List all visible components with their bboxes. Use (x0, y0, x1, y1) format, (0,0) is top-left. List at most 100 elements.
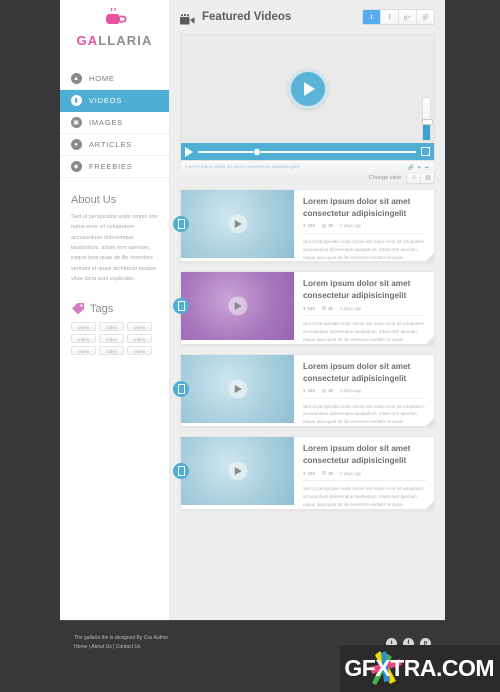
like-count: ♥ 150 (303, 305, 315, 311)
sidebar: GALLARIA ▲ HOME ▮ VIDEOS ▣ IMAGES ● ARTI… (60, 0, 170, 620)
video-title[interactable]: Lorem ipsum dolor sit amet consectetur a… (303, 196, 426, 220)
video-thumbnail[interactable] (173, 190, 294, 258)
thumb-play-icon (234, 467, 242, 476)
brand-name: GALLARIA (60, 33, 169, 48)
tag-item[interactable]: Video (71, 322, 96, 332)
list-item[interactable]: Lorem ipsum dolor sit amet consectetur a… (173, 271, 435, 345)
video-camera-icon (180, 12, 195, 24)
corner-fold-icon (426, 418, 434, 427)
fullscreen-icon[interactable] (421, 147, 430, 156)
like-count: ♥ 150 (303, 470, 315, 476)
volume-knob[interactable] (422, 119, 433, 125)
tag-item[interactable]: Video (99, 322, 124, 332)
about-us-heading: About Us (71, 194, 117, 206)
heart-icon[interactable]: ♥ (418, 165, 421, 171)
sidebar-item-articles[interactable]: ● ARTICLES (60, 134, 169, 156)
comment-count: ▤ 30 (321, 387, 333, 394)
sidebar-item-images[interactable]: ▣ IMAGES (60, 112, 169, 134)
video-type-badge (173, 298, 189, 315)
volume-slider[interactable] (422, 97, 433, 141)
home-icon: ▲ (71, 73, 82, 84)
progress-handle[interactable] (252, 147, 261, 156)
tags-label: Tags (90, 302, 114, 315)
video-title[interactable]: Lorem ipsum dolor sit amet consectetur a… (303, 443, 426, 467)
about-us-section: About Us Sed ut perspiciatis unde omnis … (60, 194, 169, 356)
website-frame: GALLARIA ▲ HOME ▮ VIDEOS ▣ IMAGES ● ARTI… (60, 0, 445, 620)
video-title[interactable]: Lorem ipsum dolor sit amet consectetur a… (303, 278, 426, 302)
tag-item[interactable]: Video (71, 334, 96, 344)
video-title[interactable]: Lorem ipsum dolor sit amet consectetur a… (303, 361, 426, 385)
tag-item[interactable]: Video (99, 346, 124, 356)
tag-icon (71, 302, 85, 315)
facebook-button[interactable]: f (381, 10, 399, 24)
brand-pink: GA (76, 33, 99, 48)
video-caption-bar: Lorem ipsum dolor sit amet consectetur a… (181, 160, 434, 174)
link-icon[interactable]: 🔗 (408, 165, 414, 171)
sidebar-item-label: FREEBIES (89, 162, 133, 171)
video-screen[interactable] (181, 35, 434, 143)
video-player[interactable]: Lorem ipsum dolor sit amet consectetur a… (180, 34, 435, 174)
video-meta: ♥ 150 ▤ 30 3 days ago (303, 385, 426, 399)
sidebar-item-label: HOME (89, 74, 115, 83)
thumb-play-icon (234, 302, 242, 311)
tag-item[interactable]: Video (99, 334, 124, 344)
video-time: 3 days ago (339, 470, 362, 476)
sidebar-item-videos[interactable]: ▮ VIDEOS (60, 90, 169, 112)
image-icon: ▣ (71, 117, 82, 128)
twitter-icon: t (370, 13, 373, 21)
video-type-badge (173, 463, 189, 480)
social-buttons: t f g+ @ (362, 9, 435, 25)
volume-fill (423, 123, 430, 140)
sidebar-item-label: IMAGES (89, 118, 123, 127)
content-header: Featured Videos t f g+ @ (170, 0, 445, 34)
twitter-button[interactable]: t (363, 10, 381, 24)
sidebar-item-home[interactable]: ▲ HOME (60, 68, 169, 90)
gift-icon: ◆ (71, 161, 82, 172)
main-nav: ▲ HOME ▮ VIDEOS ▣ IMAGES ● ARTICLES ◆ FR… (60, 68, 169, 178)
caption-actions: 🔗 ♥ ➦ (408, 165, 429, 171)
video-icon: ▮ (71, 95, 82, 106)
tag-item[interactable]: Video (71, 346, 96, 356)
play-icon[interactable] (185, 146, 193, 157)
video-meta: ♥ 150 ▤ 30 3 days ago (303, 220, 426, 234)
tag-item[interactable]: Video (127, 334, 152, 344)
googleplus-button[interactable]: g+ (399, 10, 417, 24)
video-description: Sed ut perspiciatis unde omnis iste natu… (303, 486, 425, 507)
progress-slider[interactable] (198, 147, 416, 156)
corner-fold-icon (426, 335, 434, 344)
main-content: Featured Videos t f g+ @ Lorem ipsum dol… (170, 0, 445, 620)
list-item[interactable]: Lorem ipsum dolor sit amet consectetur a… (173, 189, 435, 263)
play-button[interactable] (287, 69, 328, 109)
video-thumbnail[interactable] (173, 437, 294, 506)
video-type-badge (173, 380, 189, 397)
tags-heading: Tags (71, 302, 158, 315)
like-count: ♥ 150 (303, 388, 315, 394)
video-thumbnail[interactable] (173, 272, 294, 341)
page-title: Featured Videos (202, 11, 292, 23)
tag-item[interactable]: Video (127, 322, 152, 332)
thumb-play-icon (234, 220, 242, 228)
video-description: Sed ut perspiciatis unde omnis iste natu… (303, 403, 425, 425)
list-item[interactable]: Lorem ipsum dolor sit amet consectetur a… (173, 436, 435, 510)
comment-count: ▤ 30 (321, 305, 333, 311)
tag-item[interactable]: Video (127, 346, 152, 356)
list-item[interactable]: Lorem ipsum dolor sit amet consectetur a… (173, 353, 435, 428)
comment-count: ▤ 30 (321, 470, 333, 476)
list-view-icon: ≡ (412, 174, 415, 181)
film-icon (177, 383, 185, 394)
corner-fold-icon (426, 500, 434, 509)
video-time: 3 days ago (339, 305, 362, 311)
rss-button[interactable]: @ (417, 10, 434, 24)
film-icon (177, 466, 185, 477)
sidebar-item-freebies[interactable]: ◆ FREEBIES (60, 156, 169, 178)
video-thumbnail[interactable] (173, 354, 294, 423)
video-time: 3 days ago (339, 223, 362, 229)
video-description: Sed ut perspiciatis unde omnis iste natu… (303, 238, 425, 260)
share-icon[interactable]: ➦ (425, 165, 429, 171)
article-icon: ● (71, 139, 82, 150)
tag-list: Video Video Video Video Video Video Vide… (71, 322, 158, 356)
logo[interactable]: GALLARIA (60, 0, 169, 54)
thumb-play-icon (234, 384, 242, 393)
corner-fold-icon (426, 253, 434, 262)
grid-view-icon: ▦ (425, 175, 431, 181)
